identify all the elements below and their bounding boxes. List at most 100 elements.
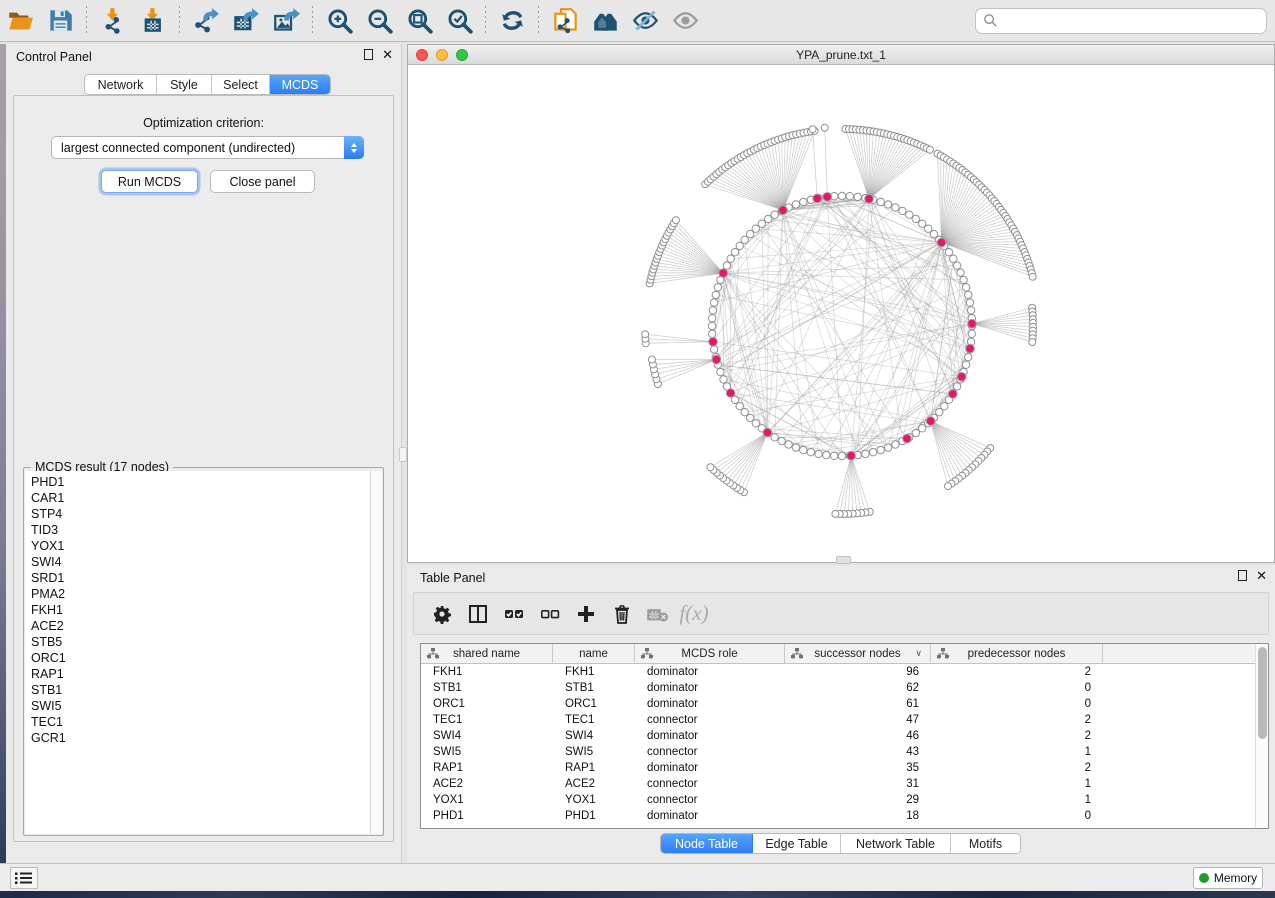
- column-layout-icon[interactable]: [460, 598, 496, 630]
- table-row[interactable]: TEC1TEC1connector472: [421, 712, 1255, 728]
- mcds-result-item[interactable]: SWI5: [25, 698, 370, 714]
- mcds-result-item[interactable]: SRD1: [25, 570, 370, 586]
- mcds-result-item[interactable]: SWI4: [25, 554, 370, 570]
- cell-successor-nodes: 62: [785, 682, 931, 694]
- export-network-icon[interactable]: [189, 6, 223, 36]
- table-row[interactable]: ORC1ORC1dominator610: [421, 696, 1255, 712]
- cell-predecessor-nodes: 2: [931, 730, 1103, 742]
- table-panel-title: Table Panel: [420, 571, 485, 585]
- memory-status-icon: [1199, 873, 1209, 883]
- search-wrap: [975, 8, 1267, 34]
- float-panel-icon[interactable]: [364, 49, 373, 60]
- vertical-splitter-handle[interactable]: [399, 447, 407, 462]
- table-tab-network-table[interactable]: Network Table: [841, 834, 951, 853]
- apply-layout-icon[interactable]: [495, 6, 529, 36]
- close-panel-icon[interactable]: ✕: [382, 49, 393, 60]
- export-table-icon[interactable]: [229, 6, 263, 36]
- deselect-all-columns-icon[interactable]: [532, 598, 568, 630]
- horizontal-splitter-handle[interactable]: [836, 556, 851, 564]
- network-from-selection-icon[interactable]: [548, 6, 582, 36]
- cell-predecessor-nodes: 2: [931, 762, 1103, 774]
- table-tab-edge-table[interactable]: Edge Table: [753, 834, 841, 853]
- mcds-result-item[interactable]: STB5: [25, 634, 370, 650]
- task-history-button[interactable]: [10, 867, 38, 889]
- node-table-header: shared namenameMCDS rolesuccessor nodes∨…: [421, 644, 1255, 664]
- mcds-result-item[interactable]: PMA2: [25, 586, 370, 602]
- tab-mcds[interactable]: MCDS: [270, 75, 330, 94]
- tab-network[interactable]: Network: [85, 75, 157, 94]
- tab-style[interactable]: Style: [157, 75, 212, 94]
- table-row[interactable]: YOX1YOX1connector291: [421, 792, 1255, 808]
- zoom-selected-icon[interactable]: [442, 6, 476, 36]
- export-image-icon[interactable]: [269, 6, 303, 36]
- cell-name: SWI5: [553, 746, 635, 758]
- mcds-result-item[interactable]: STP4: [25, 506, 370, 522]
- table-tab-motifs[interactable]: Motifs: [951, 834, 1020, 853]
- column-header-shared-name[interactable]: shared name: [421, 644, 553, 664]
- table-close-panel-icon[interactable]: ✕: [1256, 570, 1267, 581]
- close-panel-button[interactable]: Close panel: [210, 170, 315, 193]
- column-header-predecessor-nodes[interactable]: predecessor nodes: [931, 644, 1103, 664]
- import-network-icon[interactable]: [96, 6, 130, 36]
- mcds-result-item[interactable]: YOX1: [25, 538, 370, 554]
- mcds-result-item[interactable]: GCR1: [25, 730, 370, 746]
- cell-successor-nodes: 46: [785, 730, 931, 742]
- mcds-result-list[interactable]: PHD1CAR1STP4TID3YOX1SWI4SRD1PMA2FKH1ACE2…: [25, 471, 370, 834]
- cell-predecessor-nodes: 0: [931, 698, 1103, 710]
- window-zoom-light[interactable]: [456, 49, 468, 61]
- window-close-light[interactable]: [416, 49, 428, 61]
- mcds-result-item[interactable]: STB1: [25, 682, 370, 698]
- table-row[interactable]: RAP1RAP1dominator352: [421, 760, 1255, 776]
- show-all-icon[interactable]: [668, 6, 702, 36]
- mcds-result-item[interactable]: TEC1: [25, 714, 370, 730]
- run-mcds-button[interactable]: Run MCDS: [101, 170, 198, 193]
- window-minimize-light[interactable]: [436, 49, 448, 61]
- table-float-panel-icon[interactable]: [1238, 570, 1247, 581]
- zoom-out-icon[interactable]: [362, 6, 396, 36]
- zoom-fit-icon[interactable]: [402, 6, 436, 36]
- mcds-result-item[interactable]: ORC1: [25, 650, 370, 666]
- table-row[interactable]: STB1STB1dominator620: [421, 680, 1255, 696]
- cell-successor-nodes: 47: [785, 714, 931, 726]
- tab-select[interactable]: Select: [212, 75, 270, 94]
- table-row[interactable]: FKH1FKH1dominator962: [421, 664, 1255, 680]
- memory-button[interactable]: Memory: [1193, 867, 1263, 889]
- mcds-result-item[interactable]: TID3: [25, 522, 370, 538]
- cell-shared-name: SWI5: [421, 746, 553, 758]
- find-icon[interactable]: [588, 6, 622, 36]
- mcds-result-item[interactable]: ACE2: [25, 618, 370, 634]
- criterion-dropdown[interactable]: largest connected component (undirected): [51, 136, 364, 159]
- table-tabs: Node TableEdge TableNetwork TableMotifs: [660, 833, 1021, 854]
- mcds-result-item[interactable]: PHD1: [25, 474, 370, 490]
- import-table-icon[interactable]: [136, 6, 170, 36]
- column-header-name[interactable]: name: [553, 644, 635, 664]
- cell-name: SWI4: [553, 730, 635, 742]
- toolbar-separator: [86, 6, 87, 36]
- cell-predecessor-nodes: 0: [931, 682, 1103, 694]
- delete-column-icon[interactable]: [604, 598, 640, 630]
- add-column-icon[interactable]: [568, 598, 604, 630]
- table-settings-gear-icon[interactable]: [424, 598, 460, 630]
- mcds-result-item[interactable]: RAP1: [25, 666, 370, 682]
- table-scrollbar[interactable]: [1255, 644, 1268, 828]
- column-header-MCDS-role[interactable]: MCDS role: [635, 644, 785, 664]
- zoom-in-icon[interactable]: [322, 6, 356, 36]
- column-header-successor-nodes[interactable]: successor nodes∨: [785, 644, 931, 664]
- hide-selected-icon[interactable]: [628, 6, 662, 36]
- table-scrollbar-thumb[interactable]: [1258, 647, 1267, 739]
- table-row[interactable]: SWI4SWI4dominator462: [421, 728, 1255, 744]
- table-row[interactable]: SWI5SWI5connector431: [421, 744, 1255, 760]
- table-row[interactable]: ACE2ACE2connector311: [421, 776, 1255, 792]
- open-file-icon[interactable]: [3, 6, 37, 36]
- search-input[interactable]: [975, 8, 1267, 34]
- save-session-icon[interactable]: [43, 6, 77, 36]
- mcds-result-item[interactable]: FKH1: [25, 602, 370, 618]
- select-all-columns-icon[interactable]: [496, 598, 532, 630]
- table-tab-node-table[interactable]: Node Table: [661, 834, 753, 853]
- application-window: Control Panel ✕ NetworkStyleSelectMCDS O…: [0, 0, 1275, 898]
- network-canvas[interactable]: [408, 65, 1274, 562]
- table-panel: Table Panel ✕ f(x) shared namenameMCDS r…: [407, 565, 1275, 863]
- mcds-list-scrollbar[interactable]: [370, 471, 382, 834]
- mcds-result-item[interactable]: CAR1: [25, 490, 370, 506]
- table-row[interactable]: PHD1PHD1dominator180: [421, 808, 1255, 824]
